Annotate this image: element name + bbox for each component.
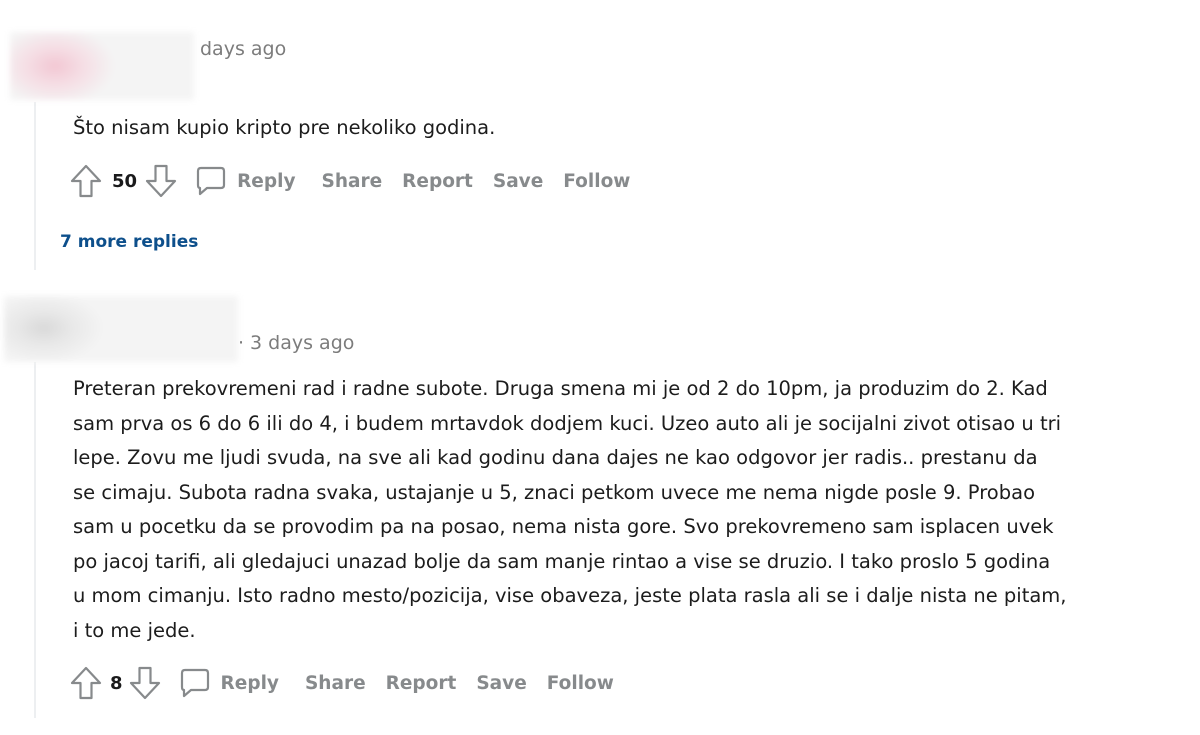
thread-line[interactable] <box>34 362 36 718</box>
comment-timestamp: · 3 days ago <box>238 332 355 354</box>
meta-separator: · <box>238 332 245 354</box>
follow-button[interactable]: Follow <box>553 171 640 192</box>
upvote-icon[interactable] <box>70 164 102 198</box>
comment-thread: days ago Što nisam kupio kripto pre neko… <box>0 0 1200 735</box>
comment-timestamp: days ago <box>200 38 287 60</box>
comment-bubble-icon <box>179 667 211 699</box>
reply-label: Reply <box>237 170 296 192</box>
reply-button[interactable]: Reply <box>195 165 311 197</box>
comment-bubble-icon <box>195 165 227 197</box>
comment-body: Što nisam kupio kripto pre nekoliko godi… <box>73 116 496 139</box>
avatar-blurred <box>10 32 194 100</box>
avatar-blurred <box>4 296 238 362</box>
vote-score: 50 <box>112 170 138 192</box>
thread-line[interactable] <box>34 102 36 270</box>
downvote-icon[interactable] <box>129 666 161 700</box>
share-button[interactable]: Share <box>312 171 393 192</box>
reply-button[interactable]: Reply <box>179 667 295 699</box>
comment-actions: 8 Reply Share Report Save Follow <box>70 663 624 703</box>
share-button[interactable]: Share <box>295 673 376 694</box>
save-button[interactable]: Save <box>466 673 536 694</box>
upvote-icon[interactable] <box>70 666 102 700</box>
save-button[interactable]: Save <box>483 171 553 192</box>
downvote-icon[interactable] <box>145 164 177 198</box>
report-button[interactable]: Report <box>392 171 483 192</box>
more-replies-link[interactable]: 7 more replies <box>60 232 198 252</box>
report-button[interactable]: Report <box>376 673 467 694</box>
follow-button[interactable]: Follow <box>537 673 624 694</box>
vote-score: 8 <box>110 672 123 694</box>
comment-body: Preteran prekovremeni rad i radne subote… <box>73 377 1067 642</box>
reply-label: Reply <box>220 672 279 694</box>
comment-actions: 50 Reply Share Report Save Follow <box>70 161 640 201</box>
